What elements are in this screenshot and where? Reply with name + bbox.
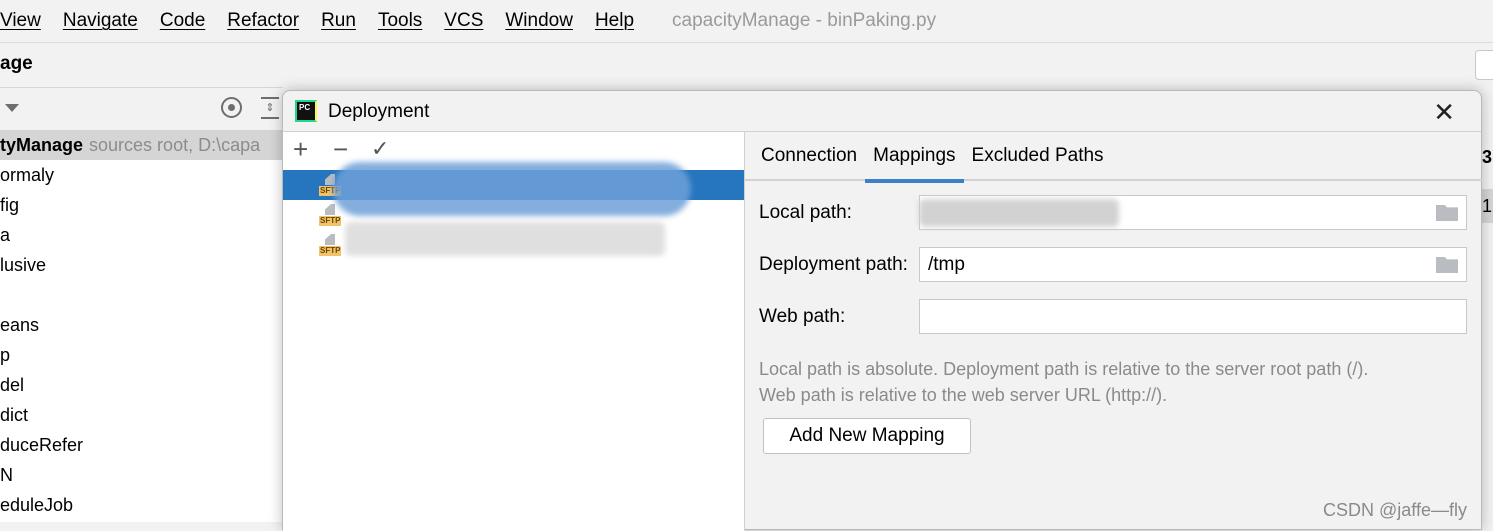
toolbar-button[interactable] [1475,50,1493,80]
server-list-pane: + − ✓ SFTP SFTP SFTP [283,132,745,531]
tree-item[interactable]: del [0,370,283,400]
check-icon[interactable]: ✓ [371,136,389,162]
locate-icon[interactable] [221,97,242,118]
tree-item[interactable]: fig [0,190,283,220]
local-path-label: Local path: [759,202,852,223]
tree-item[interactable]: ormaly [0,160,283,190]
root-hint: sources root, D:\capa [89,135,261,155]
tree-item[interactable]: eduleJob [0,490,283,520]
project-name[interactable]: age [0,53,33,74]
help-line: Web path is relative to the web server U… [759,385,1168,405]
tree-item[interactable]: a [0,220,283,250]
window-title: capacityManage - binPaking.py [672,10,937,31]
menu-code[interactable]: Code [160,10,205,32]
dialog-title-bar: PC Deployment ✕ [283,91,1481,132]
redacted-area [919,199,1119,227]
settings-pane: Connection Mappings Excluded Paths Local… [745,132,1482,531]
tab-mappings[interactable]: Mappings [865,132,964,183]
dialog-title: Deployment [328,101,430,122]
deployment-path-label: Deployment path: [759,254,908,275]
menu-navigate[interactable]: Navigate [63,10,138,32]
watermark: CSDN @jaffe—fly [1323,500,1467,520]
pycharm-logo-icon: PC [295,100,317,122]
menu-vcs[interactable]: VCS [444,10,483,32]
tree-item[interactable] [0,280,283,310]
dropdown-arrow-icon[interactable] [5,104,19,112]
tree-item[interactable]: duceRefer [0,430,283,460]
web-path-label: Web path: [759,306,846,327]
web-path-input[interactable] [919,299,1467,334]
menu-view[interactable]: View [0,10,41,32]
tree-item[interactable]: p [0,340,283,370]
project-bar: age [0,43,1493,87]
collapse-all-icon[interactable]: ⇕ [261,97,279,119]
close-icon[interactable]: ✕ [1433,97,1455,128]
edge-text: 3: [1482,147,1493,167]
menu-tools[interactable]: Tools [378,10,422,32]
tree-item[interactable]: dict [0,400,283,430]
menu-help[interactable]: Help [595,10,634,32]
deployment-path-input[interactable]: /tmp [919,247,1467,282]
redacted-area [345,222,665,256]
help-line: Local path is absolute. Deployment path … [759,359,1369,379]
tree-root[interactable]: tyManage sources root, D:\capa [0,130,283,160]
sftp-icon: SFTP [319,204,343,228]
root-name: tyManage [0,135,84,155]
tab-connection[interactable]: Connection [753,132,865,181]
tree-item[interactable]: eans [0,310,283,340]
panel-header: ⇕ [0,88,283,130]
remove-icon[interactable]: − [333,134,348,165]
add-icon[interactable]: + [293,134,308,165]
deployment-dialog: PC Deployment ✕ + − ✓ SFTP SFTP SFTP Con… [282,90,1482,531]
edge-text-2: 1 [1482,189,1493,223]
redacted-area [333,162,691,216]
tab-bar: Connection Mappings Excluded Paths [745,132,1482,183]
menu-bar: View Navigate Code Refactor Run Tools VC… [0,0,1493,43]
help-text: Local path is absolute. Deployment path … [759,356,1368,408]
menu-refactor[interactable]: Refactor [227,10,299,32]
project-panel: ⇕ tyManage sources root, D:\capa ormaly fi… [0,87,283,522]
menu-window[interactable]: Window [505,10,573,32]
tree-item[interactable]: N [0,460,283,490]
menu-run[interactable]: Run [321,10,356,32]
sftp-icon: SFTP [319,234,343,258]
folder-icon[interactable] [1436,205,1458,221]
tree-item[interactable]: lusive [0,250,283,280]
add-new-mapping-button[interactable]: Add New Mapping [763,418,971,454]
editor-edge: 3: 1 [1482,131,1493,522]
tab-excluded-paths[interactable]: Excluded Paths [964,132,1112,181]
folder-icon[interactable] [1436,257,1458,273]
